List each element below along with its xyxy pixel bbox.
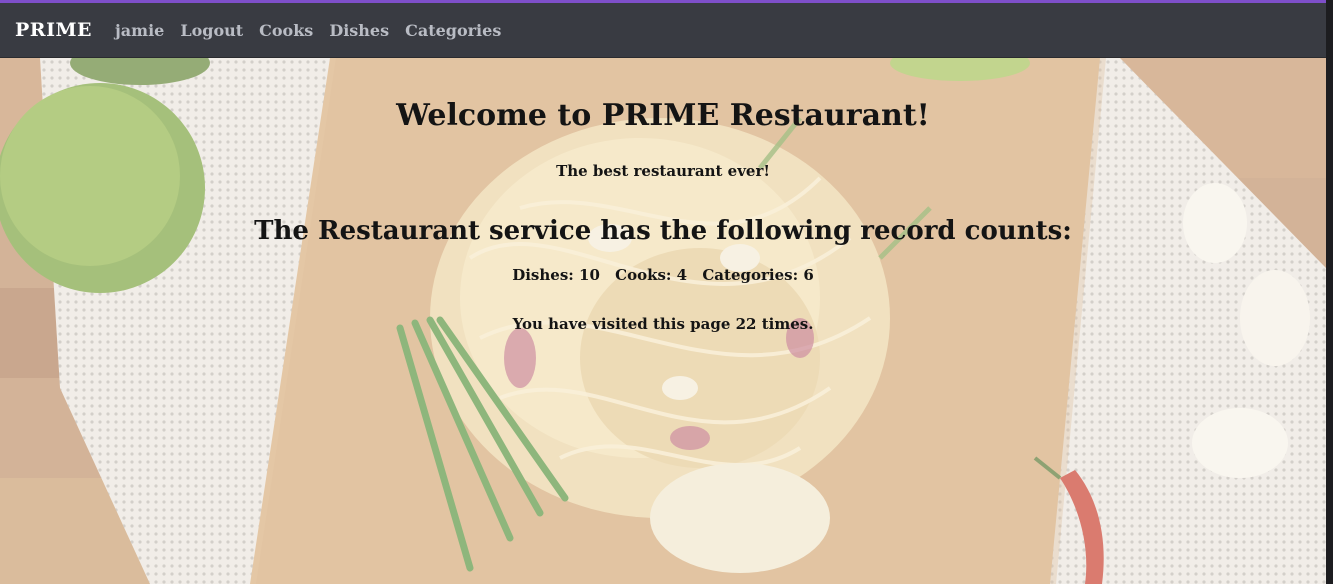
cooks-count: Cooks: 4 — [615, 266, 688, 284]
nav-link-user[interactable]: jamie — [115, 21, 164, 40]
nav-link-cooks[interactable]: Cooks — [259, 21, 313, 40]
hero-section: Welcome to PRIME Restaurant! The best re… — [0, 58, 1326, 584]
page-title: Welcome to PRIME Restaurant! — [396, 98, 930, 133]
nav-link-dishes[interactable]: Dishes — [329, 21, 389, 40]
nav-link-logout[interactable]: Logout — [180, 21, 243, 40]
record-counts-heading: The Restaurant service has the following… — [254, 216, 1072, 246]
categories-count: Categories: 6 — [702, 266, 814, 284]
top-navbar: PRIME jamie Logout Cooks Dishes Categori… — [0, 3, 1326, 58]
visit-counter: You have visited this page 22 times. — [512, 315, 814, 333]
dishes-count: Dishes: 10 — [512, 266, 600, 284]
window-edge — [1326, 0, 1333, 584]
page: PRIME jamie Logout Cooks Dishes Categori… — [0, 0, 1333, 584]
brand-link[interactable]: PRIME — [15, 19, 92, 41]
tagline: The best restaurant ever! — [556, 162, 770, 180]
record-counts: Dishes: 10 Cooks: 4 Categories: 6 — [0, 266, 1326, 284]
nav-link-categories[interactable]: Categories — [405, 21, 501, 40]
